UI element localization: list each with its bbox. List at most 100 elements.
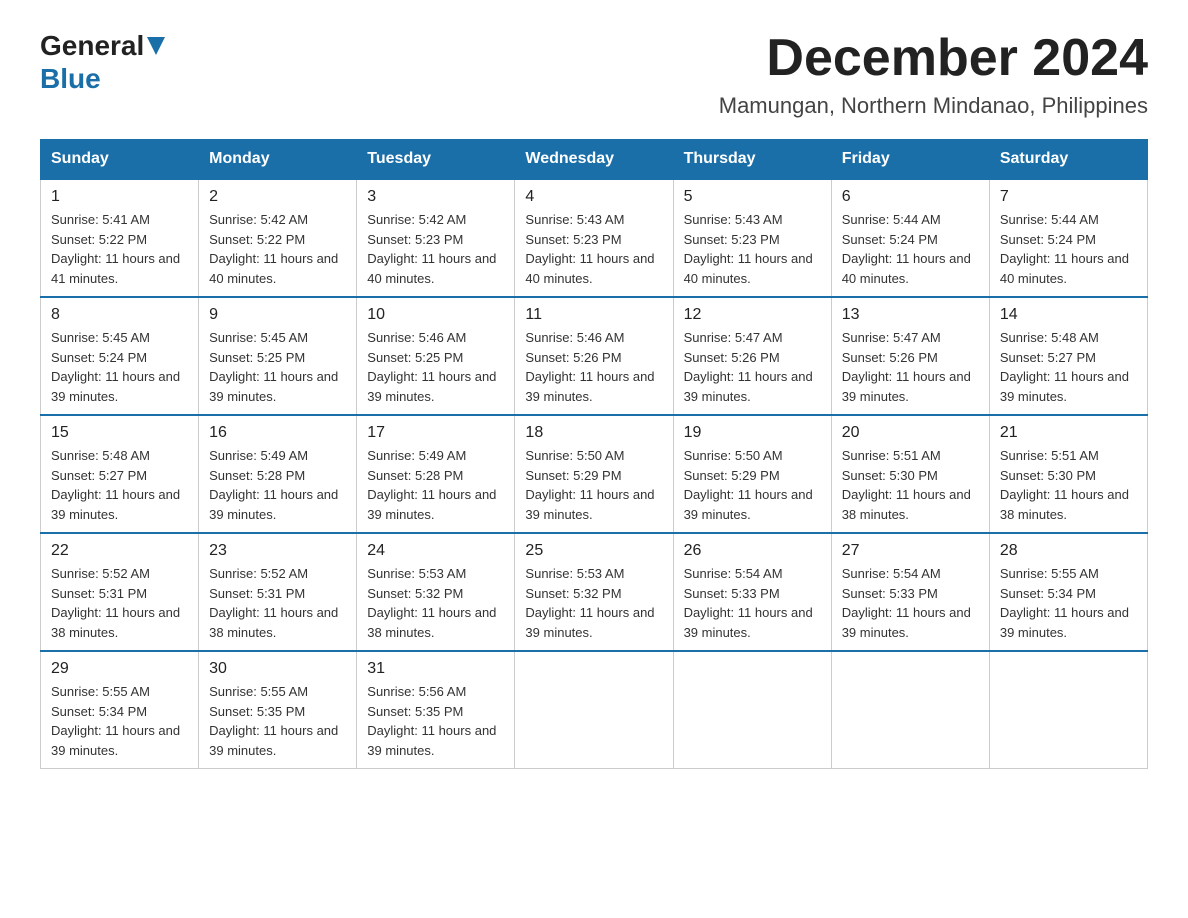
sun-info: Sunrise: 5:48 AMSunset: 5:27 PMDaylight:… bbox=[51, 446, 188, 524]
day-number: 29 bbox=[51, 660, 188, 678]
calendar-cell: 28 Sunrise: 5:55 AMSunset: 5:34 PMDayligh… bbox=[989, 533, 1147, 651]
sun-info: Sunrise: 5:43 AMSunset: 5:23 PMDaylight:… bbox=[525, 210, 662, 288]
day-number: 13 bbox=[842, 306, 979, 324]
sun-info: Sunrise: 5:49 AMSunset: 5:28 PMDaylight:… bbox=[209, 446, 346, 524]
day-number: 28 bbox=[1000, 542, 1137, 560]
day-number: 2 bbox=[209, 188, 346, 206]
sun-info: Sunrise: 5:50 AMSunset: 5:29 PMDaylight:… bbox=[525, 446, 662, 524]
calendar-cell: 7Sunrise: 5:44 AMSunset: 5:24 PMDaylight… bbox=[989, 179, 1147, 297]
calendar-week-row: 22 Sunrise: 5:52 AMSunset: 5:31 PMDayligh… bbox=[41, 533, 1148, 651]
sun-info: Sunrise: 5:42 AMSunset: 5:23 PMDaylight:… bbox=[367, 210, 504, 288]
day-number: 18 bbox=[525, 424, 662, 442]
day-number: 4 bbox=[525, 188, 662, 206]
day-number: 14 bbox=[1000, 306, 1137, 324]
sun-info: Sunrise: 5:52 AMSunset: 5:31 PMDaylight:… bbox=[51, 564, 188, 642]
logo-blue: Blue bbox=[40, 63, 101, 95]
sun-info: Sunrise: 5:54 AMSunset: 5:33 PMDaylight:… bbox=[684, 564, 821, 642]
sun-info: Sunrise: 5:42 AMSunset: 5:22 PMDaylight:… bbox=[209, 210, 346, 288]
calendar-cell: 8Sunrise: 5:45 AMSunset: 5:24 PMDaylight… bbox=[41, 297, 199, 415]
sun-info: Sunrise: 5:51 AMSunset: 5:30 PMDaylight:… bbox=[1000, 446, 1137, 524]
calendar-week-row: 1Sunrise: 5:41 AMSunset: 5:22 PMDaylight… bbox=[41, 179, 1148, 297]
day-number: 8 bbox=[51, 306, 188, 324]
sun-info: Sunrise: 5:46 AMSunset: 5:25 PMDaylight:… bbox=[367, 328, 504, 406]
location-subtitle: Mamungan, Northern Mindanao, Philippines bbox=[719, 93, 1148, 119]
calendar-cell: 23Sunrise: 5:52 AMSunset: 5:31 PMDayligh… bbox=[199, 533, 357, 651]
calendar-cell: 25Sunrise: 5:53 AMSunset: 5:32 PMDayligh… bbox=[515, 533, 673, 651]
calendar-cell: 13Sunrise: 5:47 AMSunset: 5:26 PMDayligh… bbox=[831, 297, 989, 415]
logo: General Blue bbox=[40, 30, 165, 95]
calendar-header-tuesday: Tuesday bbox=[357, 140, 515, 180]
day-number: 16 bbox=[209, 424, 346, 442]
logo-general-text: General bbox=[40, 30, 165, 62]
calendar-cell: 10 Sunrise: 5:46 AMSunset: 5:25 PMDayligh… bbox=[357, 297, 515, 415]
calendar-cell: 22 Sunrise: 5:52 AMSunset: 5:31 PMDayligh… bbox=[41, 533, 199, 651]
title-block: December 2024 Mamungan, Northern Mindana… bbox=[719, 30, 1148, 119]
sun-info: Sunrise: 5:53 AMSunset: 5:32 PMDaylight:… bbox=[367, 564, 504, 642]
calendar-cell: 18 Sunrise: 5:50 AMSunset: 5:29 PMDayligh… bbox=[515, 415, 673, 533]
day-number: 5 bbox=[684, 188, 821, 206]
day-number: 30 bbox=[209, 660, 346, 678]
calendar-cell bbox=[673, 651, 831, 769]
day-number: 22 bbox=[51, 542, 188, 560]
sun-info: Sunrise: 5:55 AMSunset: 5:34 PMDaylight:… bbox=[51, 682, 188, 760]
sun-info: Sunrise: 5:51 AMSunset: 5:30 PMDaylight:… bbox=[842, 446, 979, 524]
calendar-cell: 26 Sunrise: 5:54 AMSunset: 5:33 PMDayligh… bbox=[673, 533, 831, 651]
day-number: 10 bbox=[367, 306, 504, 324]
day-number: 27 bbox=[842, 542, 979, 560]
sun-info: Sunrise: 5:41 AMSunset: 5:22 PMDaylight:… bbox=[51, 210, 188, 288]
calendar-header-monday: Monday bbox=[199, 140, 357, 180]
sun-info: Sunrise: 5:44 AMSunset: 5:24 PMDaylight:… bbox=[842, 210, 979, 288]
calendar-header-wednesday: Wednesday bbox=[515, 140, 673, 180]
day-number: 15 bbox=[51, 424, 188, 442]
day-number: 20 bbox=[842, 424, 979, 442]
calendar-cell: 16 Sunrise: 5:49 AMSunset: 5:28 PMDayligh… bbox=[199, 415, 357, 533]
page-header: General Blue December 2024 Mamungan, Nor… bbox=[40, 30, 1148, 119]
sun-info: Sunrise: 5:45 AMSunset: 5:25 PMDaylight:… bbox=[209, 328, 346, 406]
calendar-table: SundayMondayTuesdayWednesdayThursdayFrid… bbox=[40, 139, 1148, 769]
calendar-cell: 31 Sunrise: 5:56 AMSunset: 5:35 PMDayligh… bbox=[357, 651, 515, 769]
day-number: 3 bbox=[367, 188, 504, 206]
day-number: 24 bbox=[367, 542, 504, 560]
calendar-header-saturday: Saturday bbox=[989, 140, 1147, 180]
calendar-cell: 11Sunrise: 5:46 AMSunset: 5:26 PMDayligh… bbox=[515, 297, 673, 415]
day-number: 31 bbox=[367, 660, 504, 678]
calendar-cell: 21 Sunrise: 5:51 AMSunset: 5:30 PMDayligh… bbox=[989, 415, 1147, 533]
calendar-cell: 29 Sunrise: 5:55 AMSunset: 5:34 PMDayligh… bbox=[41, 651, 199, 769]
calendar-body: 1Sunrise: 5:41 AMSunset: 5:22 PMDaylight… bbox=[41, 179, 1148, 769]
calendar-cell: 20 Sunrise: 5:51 AMSunset: 5:30 PMDayligh… bbox=[831, 415, 989, 533]
calendar-cell: 14 Sunrise: 5:48 AMSunset: 5:27 PMDayligh… bbox=[989, 297, 1147, 415]
calendar-cell: 27Sunrise: 5:54 AMSunset: 5:33 PMDayligh… bbox=[831, 533, 989, 651]
day-number: 23 bbox=[209, 542, 346, 560]
sun-info: Sunrise: 5:55 AMSunset: 5:34 PMDaylight:… bbox=[1000, 564, 1137, 642]
calendar-week-row: 29 Sunrise: 5:55 AMSunset: 5:34 PMDayligh… bbox=[41, 651, 1148, 769]
sun-info: Sunrise: 5:53 AMSunset: 5:32 PMDaylight:… bbox=[525, 564, 662, 642]
calendar-week-row: 8Sunrise: 5:45 AMSunset: 5:24 PMDaylight… bbox=[41, 297, 1148, 415]
calendar-cell: 5 Sunrise: 5:43 AMSunset: 5:23 PMDaylight… bbox=[673, 179, 831, 297]
sun-info: Sunrise: 5:50 AMSunset: 5:29 PMDaylight:… bbox=[684, 446, 821, 524]
day-number: 19 bbox=[684, 424, 821, 442]
day-number: 21 bbox=[1000, 424, 1137, 442]
sun-info: Sunrise: 5:43 AMSunset: 5:23 PMDaylight:… bbox=[684, 210, 821, 288]
day-number: 17 bbox=[367, 424, 504, 442]
calendar-header-thursday: Thursday bbox=[673, 140, 831, 180]
calendar-cell: 30 Sunrise: 5:55 AMSunset: 5:35 PMDayligh… bbox=[199, 651, 357, 769]
sun-info: Sunrise: 5:55 AMSunset: 5:35 PMDaylight:… bbox=[209, 682, 346, 760]
calendar-header-friday: Friday bbox=[831, 140, 989, 180]
day-number: 26 bbox=[684, 542, 821, 560]
calendar-cell: 1Sunrise: 5:41 AMSunset: 5:22 PMDaylight… bbox=[41, 179, 199, 297]
calendar-cell: 19 Sunrise: 5:50 AMSunset: 5:29 PMDayligh… bbox=[673, 415, 831, 533]
sun-info: Sunrise: 5:56 AMSunset: 5:35 PMDaylight:… bbox=[367, 682, 504, 760]
logo-arrow-icon bbox=[147, 37, 165, 55]
sun-info: Sunrise: 5:44 AMSunset: 5:24 PMDaylight:… bbox=[1000, 210, 1137, 288]
month-title: December 2024 bbox=[719, 30, 1148, 87]
calendar-header-sunday: Sunday bbox=[41, 140, 199, 180]
calendar-cell: 9Sunrise: 5:45 AMSunset: 5:25 PMDaylight… bbox=[199, 297, 357, 415]
day-number: 12 bbox=[684, 306, 821, 324]
sun-info: Sunrise: 5:49 AMSunset: 5:28 PMDaylight:… bbox=[367, 446, 504, 524]
calendar-header-row: SundayMondayTuesdayWednesdayThursdayFrid… bbox=[41, 140, 1148, 180]
calendar-cell: 3 Sunrise: 5:42 AMSunset: 5:23 PMDaylight… bbox=[357, 179, 515, 297]
day-number: 11 bbox=[525, 306, 662, 324]
sun-info: Sunrise: 5:48 AMSunset: 5:27 PMDaylight:… bbox=[1000, 328, 1137, 406]
calendar-cell: 24 Sunrise: 5:53 AMSunset: 5:32 PMDayligh… bbox=[357, 533, 515, 651]
sun-info: Sunrise: 5:47 AMSunset: 5:26 PMDaylight:… bbox=[684, 328, 821, 406]
